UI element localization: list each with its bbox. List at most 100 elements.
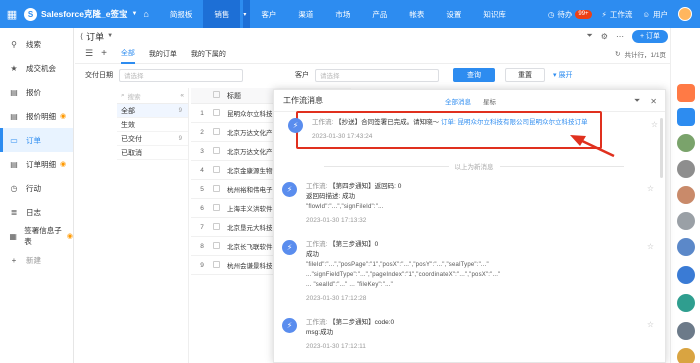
avatar[interactable]: [678, 7, 692, 21]
select-all-checkbox[interactable]: [213, 91, 220, 98]
rail-bell-icon[interactable]: [677, 212, 695, 230]
status-label: 已取消: [121, 149, 142, 157]
nav-item[interactable]: 帐表: [398, 0, 435, 28]
nav-item[interactable]: 产品: [361, 0, 398, 28]
status-search-placeholder: 搜索: [127, 93, 141, 101]
more-icon[interactable]: ⋯: [616, 32, 624, 41]
workflow-button[interactable]: ⚡ 工作流: [602, 9, 633, 20]
rail-blue-app-icon[interactable]: [677, 108, 695, 126]
rail-photo-avatar-2[interactable]: [677, 186, 695, 204]
rail-photo-avatar-6[interactable]: [677, 322, 695, 340]
home-icon[interactable]: ⌂: [143, 9, 148, 19]
filter-icon[interactable]: ⏷: [634, 96, 640, 106]
expand-filter-link[interactable]: ▾ 展开: [553, 70, 572, 80]
rail-photo-avatar-5[interactable]: [677, 294, 695, 312]
settings-icon[interactable]: ⚙: [601, 32, 608, 41]
star-icon: ★: [10, 63, 18, 73]
sidebar-item[interactable]: + 新建: [0, 248, 73, 272]
delivery-date-select[interactable]: 请选择: [119, 68, 243, 82]
sidebar-item[interactable]: ▤ 订单明细 ◉: [0, 152, 73, 176]
filter-bar: 交付日期 请选择 客户 请选择 查询 重置 ▾ 展开: [75, 65, 670, 85]
message-item[interactable]: ⚡ 工作流: 【第三步通知】0 成功 "fileId":"...","posPa…: [282, 240, 654, 304]
message-prefix: 工作流:: [312, 119, 334, 126]
panel-scrollbar[interactable]: [660, 118, 663, 178]
status-panel: ⌕ 搜索 « 全部 9 生效 已交付 9 已取消: [117, 88, 189, 363]
flash-icon: ⚡: [282, 318, 297, 333]
sidebar-item-label: 成交机会: [26, 63, 56, 73]
status-filter-item[interactable]: 生效: [117, 118, 188, 132]
rail-photo-avatar-4[interactable]: [677, 266, 695, 284]
page-header: ⟨ 订单 ▼ ⏷ ⚙ ⋯ + 订单: [75, 28, 670, 44]
nav-item[interactable]: 渠道: [287, 0, 324, 28]
row-checkbox[interactable]: [213, 222, 220, 230]
eye-icon: ◉: [60, 113, 67, 120]
nav-item[interactable]: 设置: [435, 0, 472, 28]
app-grid-icon[interactable]: ▦: [0, 0, 24, 28]
plus-icon[interactable]: +: [101, 48, 107, 59]
rail-photo-avatar-3[interactable]: [677, 238, 695, 256]
sidebar-item[interactable]: ◷ 行动: [0, 176, 73, 200]
tab-starred[interactable]: 星标: [483, 96, 496, 106]
title-chevron-down-icon[interactable]: ▼: [107, 33, 113, 39]
row-checkbox[interactable]: [213, 203, 220, 211]
rail-orange-app-icon[interactable]: [677, 84, 695, 102]
rail-photo-avatar-7[interactable]: [677, 348, 695, 363]
brand-name[interactable]: Salesforce克隆_e签宝: [41, 8, 127, 20]
sidebar-item[interactable]: ★ 成交机会: [0, 56, 73, 80]
star-icon[interactable]: ☆: [647, 242, 654, 251]
nav-item[interactable]: 客户: [250, 0, 287, 28]
query-button[interactable]: 查询: [453, 68, 495, 82]
add-order-button[interactable]: + 订单: [631, 29, 668, 43]
row-checkbox[interactable]: [213, 260, 220, 268]
nav-chevron-down-icon[interactable]: ▾: [243, 0, 251, 28]
star-icon[interactable]: ☆: [651, 120, 658, 129]
message-item[interactable]: ⚡ 工作流: 【第四步通知】返回码: 0 返回码描述: 成功 "flowId":…: [282, 182, 654, 226]
right-icon-rail: [670, 28, 700, 363]
row-checkbox[interactable]: [213, 127, 220, 135]
tab-view[interactable]: 我的订单: [149, 44, 177, 64]
user-menu-button[interactable]: ☺ 用户: [642, 9, 668, 20]
sidebar-item[interactable]: ▤ 报价明细 ◉: [0, 104, 73, 128]
status-filter-item[interactable]: 已交付 9: [117, 132, 188, 146]
back-arrow-icon[interactable]: ⟨: [80, 32, 83, 41]
refresh-icon[interactable]: ↻: [615, 50, 620, 58]
sidebar-item[interactable]: ⚲ 线索: [0, 32, 73, 56]
todo-button[interactable]: ◷ 待办 99+: [548, 9, 592, 20]
row-checkbox[interactable]: [213, 146, 220, 154]
status-search-input[interactable]: ⌕ 搜索 «: [117, 88, 188, 104]
nav-item[interactable]: 市场: [324, 0, 361, 28]
grid-icon: ▦: [9, 231, 17, 241]
tab-all-messages[interactable]: 全部消息: [445, 96, 471, 106]
message-item[interactable]: ⚡ 工作流: 【第二步通知】code:0 msg:成功 2023-01-30 1…: [282, 318, 654, 352]
tab-view[interactable]: 我的下属的: [191, 44, 226, 64]
status-filter-item[interactable]: 已取消: [117, 146, 188, 160]
status-filter-item[interactable]: 全部 9: [117, 104, 188, 118]
tab-view[interactable]: 全部: [120, 44, 135, 64]
row-checkbox[interactable]: [213, 108, 220, 116]
sidebar-item[interactable]: ▤ 报价: [0, 80, 73, 104]
collapse-icon[interactable]: «: [180, 92, 184, 99]
nav-item[interactable]: 知识库: [472, 0, 517, 28]
row-checkbox[interactable]: [213, 184, 220, 192]
nav-item[interactable]: 销售: [203, 0, 241, 28]
doc-icon: ▤: [10, 87, 18, 97]
sidebar-item[interactable]: ▦ 签署信息子表 ◉: [0, 224, 73, 248]
order-link[interactable]: 订单: 昆明众尔立科技有限公司昆明众尔立科技订单: [441, 119, 588, 126]
menu-icon[interactable]: ☰: [85, 48, 93, 59]
todo-badge: 99+: [575, 9, 592, 19]
brand-chevron-down-icon[interactable]: ▼: [131, 11, 137, 17]
close-icon[interactable]: ✕: [650, 97, 657, 106]
message-item[interactable]: ⚡ 工作流: 【抄送】合同签署已完成。请知晓～ 订单: 昆明众尔立科技有限公司昆…: [288, 118, 658, 142]
reset-button[interactable]: 重置: [505, 68, 545, 82]
rail-photo-avatar-1[interactable]: [677, 134, 695, 152]
row-checkbox[interactable]: [213, 241, 220, 249]
customer-select[interactable]: 请选择: [315, 68, 439, 82]
filter-icon[interactable]: ⏷: [586, 31, 592, 41]
nav-item[interactable]: 简报板: [159, 0, 204, 28]
row-checkbox[interactable]: [213, 165, 220, 173]
rail-briefcase-icon[interactable]: [677, 160, 695, 178]
sidebar-item[interactable]: ▭ 订单: [0, 128, 73, 152]
star-icon[interactable]: ☆: [647, 320, 654, 329]
sidebar-item[interactable]: ≣ 日志: [0, 200, 73, 224]
star-icon[interactable]: ☆: [647, 184, 654, 193]
